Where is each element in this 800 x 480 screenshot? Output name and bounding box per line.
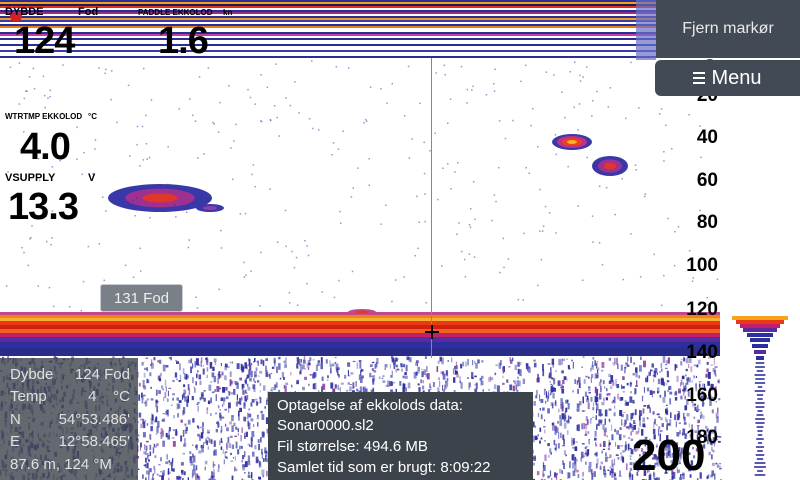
- voltage-gauge-unit: V: [88, 172, 96, 184]
- recording-file-size: Fil størrelse: 494.6 MB: [277, 438, 428, 455]
- water-temp-gauge-value: 4.0: [20, 126, 71, 168]
- depth-tick: 140: [686, 342, 718, 363]
- info-key: N: [10, 411, 21, 428]
- menu-button[interactable]: Menu: [655, 60, 800, 96]
- depth-gauge-value: 124: [14, 20, 75, 62]
- depth-range-value: 200: [632, 431, 706, 480]
- voltage-gauge-label: VSUPPLY: [5, 172, 56, 184]
- remove-marker-label: Fjern markør: [682, 20, 774, 37]
- info-value: 4 °C: [88, 388, 130, 405]
- hamburger-icon: [693, 72, 706, 84]
- cursor-depth-text: 131 Fod: [113, 289, 170, 307]
- depth-gauge-unit: Fod: [78, 6, 99, 18]
- recording-status-panel: Optagelse af ekkolods data: Sonar0000.sl…: [268, 392, 533, 480]
- recording-filename: Sonar0000.sl2: [277, 417, 374, 434]
- info-value: 54°53.486': [58, 411, 130, 428]
- paddle-gauge-value: 1.6: [158, 20, 209, 62]
- info-key: 87.6 m, 124 °M: [10, 456, 112, 473]
- cursor-depth-badge: 131 Fod: [100, 284, 183, 312]
- info-row-distance-bearing: 87.6 m, 124 °M: [10, 456, 130, 476]
- voltage-gauge-value: 13.3: [8, 186, 79, 228]
- cursor-vertical-line: [431, 58, 432, 358]
- remove-marker-button[interactable]: Fjern markør: [656, 0, 800, 58]
- depth-tick: 40: [696, 127, 718, 148]
- depth-gauge-label: DYBDE: [5, 6, 44, 18]
- depth-tick: 60: [696, 170, 718, 191]
- cursor-info-panel: Dybde 124 Fod Temp 4 °C N 54°53.486' E 1…: [0, 358, 138, 480]
- crosshair-icon[interactable]: [425, 325, 439, 339]
- depth-tick: 120: [686, 299, 718, 320]
- info-row-latitude: N 54°53.486': [10, 411, 130, 431]
- seabed-echo: [0, 312, 720, 356]
- menu-label: Menu: [711, 66, 762, 89]
- depth-tick: 80: [696, 212, 718, 233]
- water-temp-gauge-unit: °C: [88, 112, 97, 121]
- info-row-longitude: E 12°58.465': [10, 433, 130, 453]
- paddle-gauge-label: PADDLE EKKOLOD: [138, 8, 213, 17]
- depth-tick: 160: [686, 385, 718, 406]
- info-row-temp: Temp 4 °C: [10, 388, 130, 408]
- paddle-gauge-unit: kn: [223, 8, 233, 17]
- info-value: 12°58.465': [58, 433, 130, 450]
- info-key: Temp: [10, 388, 47, 405]
- depth-tick: 100: [686, 255, 718, 276]
- info-key: E: [10, 433, 21, 450]
- recording-title: Optagelse af ekkolods data:: [277, 397, 463, 414]
- water-temp-gauge-label: WTRTMP EKKOLOD: [5, 112, 83, 121]
- info-value: 124 Fod: [74, 366, 130, 383]
- info-row-depth: Dybde 124 Fod: [10, 366, 130, 386]
- info-key: Dybde: [10, 366, 54, 383]
- recording-elapsed-time: Samlet tid som er brugt: 8:09:22: [277, 459, 491, 476]
